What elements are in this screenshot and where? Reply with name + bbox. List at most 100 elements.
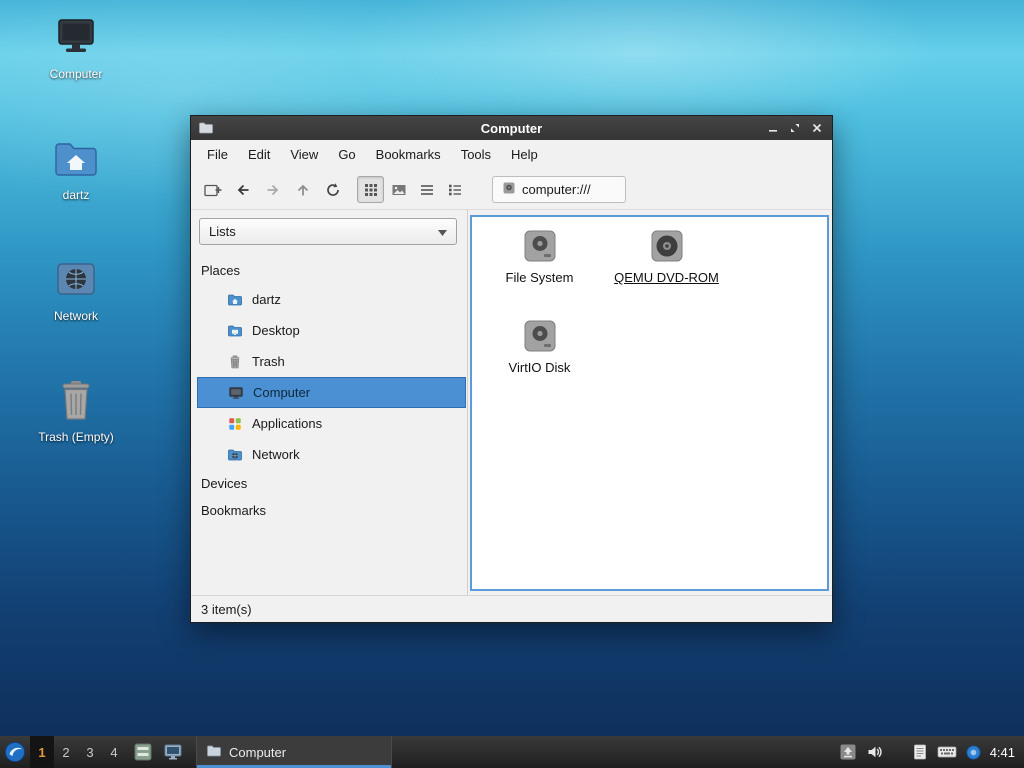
new-tab-button[interactable] bbox=[199, 176, 227, 204]
desktop-icon-home[interactable]: dartz bbox=[52, 135, 100, 202]
desktop-icon-trash[interactable]: Trash (Empty) bbox=[38, 377, 114, 444]
computer-icon bbox=[52, 14, 100, 62]
app-menu-button[interactable] bbox=[0, 736, 30, 768]
view-icons-button[interactable] bbox=[357, 176, 384, 203]
places-list: dartz Desktop Trash Computer Applications Net… bbox=[191, 284, 467, 470]
workspace-1[interactable]: 1 bbox=[30, 736, 54, 768]
computer-icon bbox=[228, 385, 244, 401]
places-header: Places bbox=[201, 263, 241, 278]
status-text: 3 item(s) bbox=[201, 601, 252, 617]
back-button[interactable] bbox=[229, 176, 257, 204]
menu-go[interactable]: Go bbox=[328, 140, 365, 170]
file-item[interactable]: File System bbox=[476, 227, 603, 285]
applications-icon bbox=[227, 416, 243, 432]
file-item-label: File System bbox=[505, 270, 574, 285]
workspace-3[interactable]: 3 bbox=[78, 736, 102, 768]
sidebar-item-network[interactable]: Network bbox=[197, 439, 466, 470]
network-folder-icon bbox=[227, 447, 243, 463]
sidebar-item-label: Desktop bbox=[252, 323, 300, 338]
clipboard-icon[interactable] bbox=[912, 743, 928, 761]
sidebar-mode-value: Lists bbox=[209, 224, 236, 239]
sidebar-item-label: dartz bbox=[252, 292, 281, 307]
file-item[interactable]: QEMU DVD-ROM bbox=[603, 227, 730, 285]
menu-file[interactable]: File bbox=[197, 140, 238, 170]
desktop-folder-icon bbox=[227, 323, 243, 339]
keyboard-icon[interactable] bbox=[937, 745, 957, 759]
titlebar[interactable]: Computer bbox=[191, 116, 832, 140]
sidebar-item-label: Trash bbox=[252, 354, 285, 369]
view-compact-button[interactable] bbox=[413, 176, 440, 203]
sidebar-mode-dropdown[interactable]: Lists bbox=[199, 218, 457, 245]
taskbar: 1234 Computer 4:41 bbox=[0, 736, 1024, 768]
minimize-button[interactable] bbox=[764, 119, 782, 137]
menu-edit[interactable]: Edit bbox=[238, 140, 280, 170]
file-view[interactable]: File System QEMU DVD-ROM VirtIO Disk bbox=[470, 215, 829, 591]
sidebar-item-dartz[interactable]: dartz bbox=[197, 284, 466, 315]
view-detailed-button[interactable] bbox=[441, 176, 468, 203]
file-manager-launcher[interactable] bbox=[130, 736, 156, 768]
task-label: Computer bbox=[229, 744, 287, 760]
sidebar: Lists Places dartz Desktop Trash Computer Ap… bbox=[191, 210, 468, 595]
trash-icon bbox=[52, 377, 100, 425]
drive-icon bbox=[521, 317, 559, 355]
window-folder-icon bbox=[198, 120, 214, 136]
close-button[interactable] bbox=[808, 119, 826, 137]
restore-button[interactable] bbox=[786, 119, 804, 137]
taskbar-task-computer[interactable]: Computer bbox=[196, 736, 392, 768]
file-item-label: VirtIO Disk bbox=[508, 360, 571, 375]
file-manager-window: Computer File Edit View Go Bookmarks Tools Hel… bbox=[190, 115, 833, 623]
workspace-2[interactable]: 2 bbox=[54, 736, 78, 768]
toolbar: computer:/// bbox=[191, 170, 832, 210]
home-icon bbox=[52, 135, 100, 183]
menu-help[interactable]: Help bbox=[501, 140, 548, 170]
sidebar-item-applications[interactable]: Applications bbox=[197, 408, 466, 439]
desktop-icon-label: dartz bbox=[62, 188, 90, 202]
removable-media-icon[interactable] bbox=[839, 743, 857, 761]
desktop-icon-label: Computer bbox=[49, 67, 103, 81]
path-bar[interactable]: computer:/// bbox=[492, 176, 626, 203]
home-folder-icon bbox=[227, 292, 243, 308]
menu-view[interactable]: View bbox=[280, 140, 328, 170]
drive-icon bbox=[521, 227, 559, 265]
clock: 4:41 bbox=[989, 744, 1015, 760]
network-icon bbox=[52, 256, 100, 304]
chevron-down-icon bbox=[438, 224, 447, 239]
show-desktop-launcher[interactable] bbox=[160, 736, 186, 768]
desktop-icon-computer[interactable]: Computer bbox=[49, 14, 103, 81]
forward-button[interactable] bbox=[259, 176, 287, 204]
bookmarks-header[interactable]: Bookmarks bbox=[191, 497, 467, 524]
workspace-pager: 1234 bbox=[30, 736, 126, 768]
desktop-icon-network[interactable]: Network bbox=[52, 256, 100, 323]
sidebar-item-label: Network bbox=[252, 447, 300, 462]
path-value: computer:/// bbox=[522, 182, 591, 197]
volume-icon[interactable] bbox=[866, 743, 884, 761]
up-button[interactable] bbox=[289, 176, 317, 204]
statusbar: 3 item(s) bbox=[191, 595, 832, 622]
workspace-4[interactable]: 4 bbox=[102, 736, 126, 768]
refresh-button[interactable] bbox=[319, 176, 347, 204]
desktop-icons: Computer dartz Network Trash (Empty) bbox=[30, 14, 122, 444]
devices-header[interactable]: Devices bbox=[191, 470, 467, 497]
view-thumbnails-button[interactable] bbox=[385, 176, 412, 203]
sidebar-item-trash[interactable]: Trash bbox=[197, 346, 466, 377]
desktop-icon-label: Network bbox=[53, 309, 98, 323]
drive-icon bbox=[502, 181, 516, 198]
file-item[interactable]: VirtIO Disk bbox=[476, 317, 603, 375]
menubar: File Edit View Go Bookmarks Tools Help bbox=[191, 140, 832, 170]
window-title: Computer bbox=[480, 120, 543, 136]
desktop-icon-label: Trash (Empty) bbox=[38, 430, 114, 444]
menu-tools[interactable]: Tools bbox=[451, 140, 501, 170]
file-item-label: QEMU DVD-ROM bbox=[614, 270, 719, 285]
view-mode-group bbox=[357, 176, 468, 203]
input-method-icon[interactable] bbox=[966, 744, 981, 760]
system-tray: 4:41 bbox=[839, 736, 1024, 768]
sidebar-item-label: Applications bbox=[252, 416, 323, 431]
sidebar-item-computer[interactable]: Computer bbox=[197, 377, 466, 408]
folder-icon bbox=[206, 743, 222, 762]
trash-icon bbox=[227, 354, 243, 370]
menu-bookmarks[interactable]: Bookmarks bbox=[366, 140, 451, 170]
files-grid: File System QEMU DVD-ROM VirtIO Disk bbox=[472, 217, 827, 417]
optical-icon bbox=[648, 227, 686, 265]
sidebar-item-desktop[interactable]: Desktop bbox=[197, 315, 466, 346]
sidebar-item-label: Computer bbox=[253, 385, 311, 400]
